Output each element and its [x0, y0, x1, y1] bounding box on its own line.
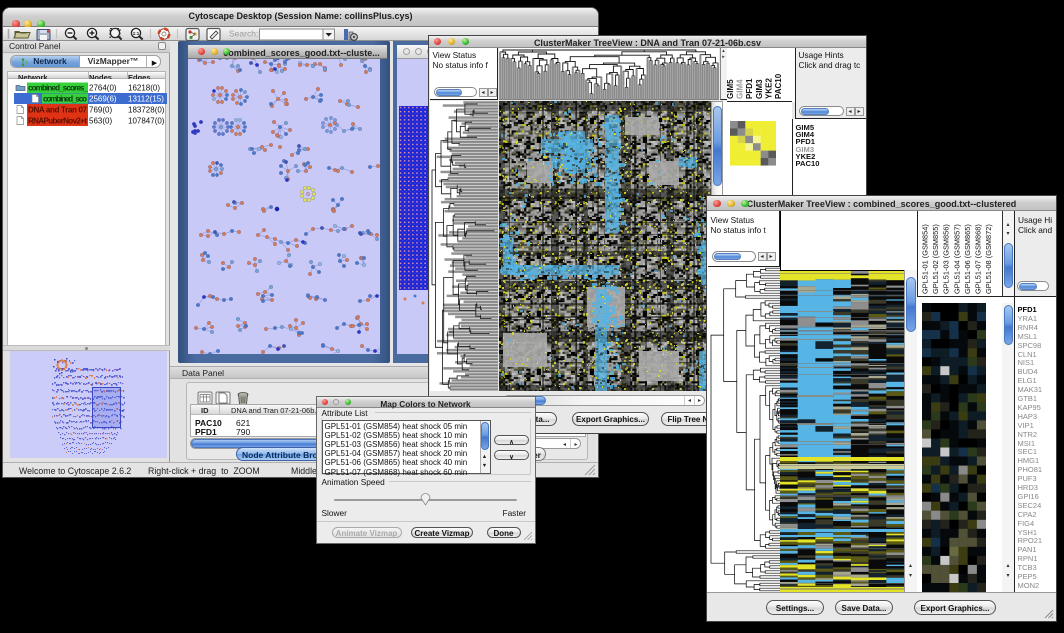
- svg-text:769(0): 769(0): [89, 106, 112, 115]
- svg-text:combined_sco: combined_sco: [43, 95, 87, 104]
- svg-text:PFD1: PFD1: [745, 78, 754, 99]
- svg-text:GPL51-01 (GSM854): GPL51-01 (GSM854): [921, 224, 930, 294]
- svg-text:16218(0): 16218(0): [128, 84, 160, 93]
- svg-text:1:1: 1:1: [133, 31, 140, 36]
- svg-text:combined_scores_: combined_scores_: [28, 84, 89, 93]
- svg-text:GIM4: GIM4: [736, 79, 745, 99]
- svg-text:GPL51-07 (GSM868): GPL51-07 (GSM868): [974, 224, 983, 294]
- svg-text:RNAPuberNov2+t: RNAPuberNov2+t: [28, 117, 87, 126]
- svg-text:GIM5: GIM5: [727, 79, 735, 99]
- svg-text:GPL51-02 (GSM855): GPL51-02 (GSM855): [931, 224, 940, 294]
- svg-text:YKE2: YKE2: [764, 78, 773, 99]
- svg-text:13112(15): 13112(15): [128, 95, 164, 104]
- svg-text:GPL51-03 (GSM856): GPL51-03 (GSM856): [942, 224, 951, 294]
- svg-text:GPL51-06 (GSM865): GPL51-06 (GSM865): [963, 224, 972, 294]
- svg-text:GPL51-04 (GSM857): GPL51-04 (GSM857): [952, 224, 961, 294]
- svg-text:GIM3: GIM3: [755, 79, 764, 99]
- svg-text:DNA and Tran 07: DNA and Tran 07: [28, 106, 88, 115]
- svg-text:PAC10: PAC10: [774, 73, 783, 99]
- svg-text:107847(0): 107847(0): [128, 117, 165, 126]
- svg-text:2764(0): 2764(0): [89, 84, 117, 93]
- svg-text:2569(6): 2569(6): [89, 95, 117, 104]
- svg-text:183728(0): 183728(0): [128, 106, 165, 115]
- svg-text:GPL51-08 (GSM872): GPL51-08 (GSM872): [984, 224, 993, 294]
- svg-text:563(0): 563(0): [89, 117, 112, 126]
- svg-text:Search:: Search:: [229, 29, 258, 39]
